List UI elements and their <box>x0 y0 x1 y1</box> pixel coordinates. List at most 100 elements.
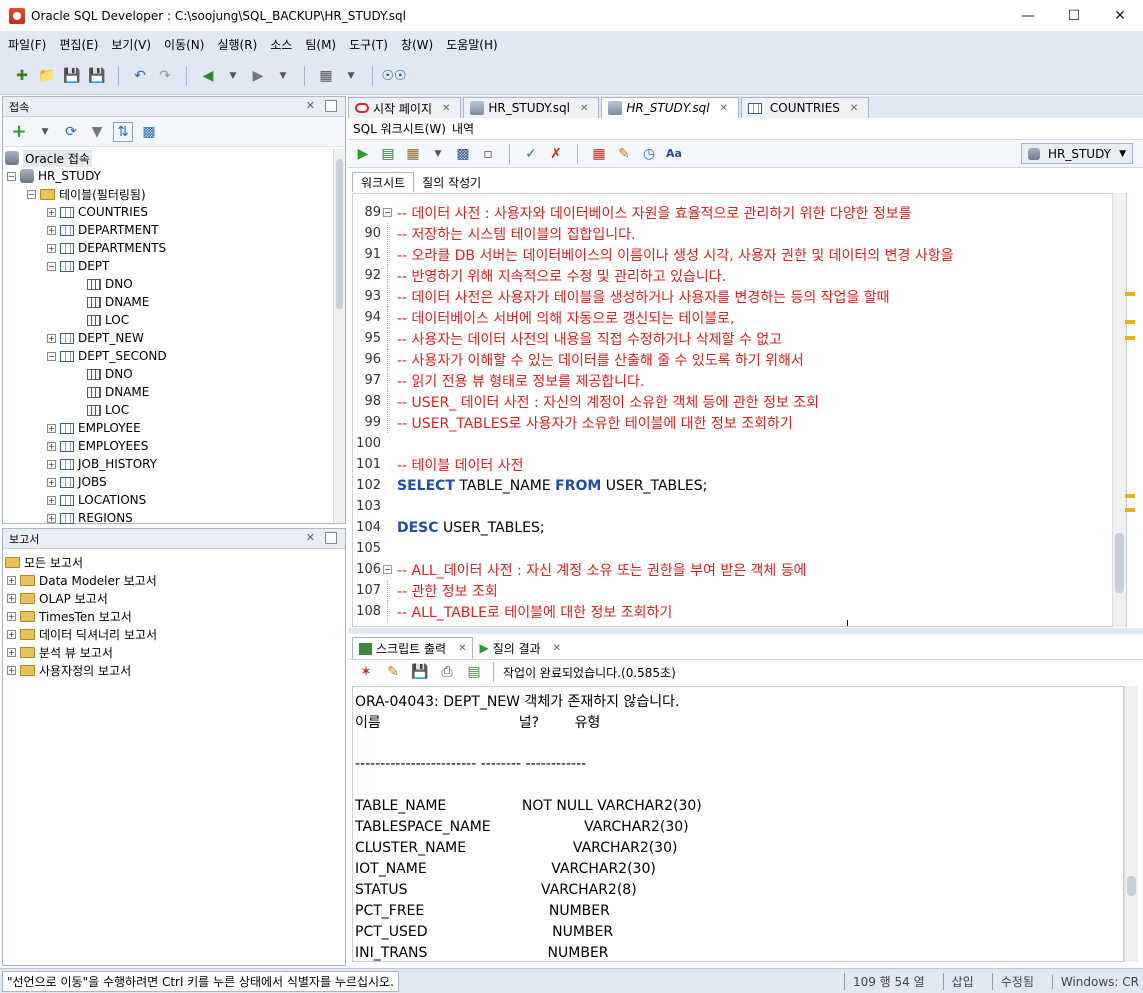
tab-sql-worksheet[interactable]: SQL 워크시트(W) <box>353 120 446 137</box>
panel-minimize-icon[interactable] <box>325 100 337 112</box>
collapse-icon[interactable]: − <box>47 351 56 361</box>
close-button[interactable]: ✕ <box>1097 0 1143 31</box>
tree-table-item[interactable]: − DEPT_SECOND <box>47 347 167 365</box>
tab-script-output[interactable]: 스크립트 출력 ✕ <box>352 637 474 659</box>
close-icon[interactable]: ✕ <box>850 103 858 114</box>
expand-icon[interactable]: + <box>47 513 56 523</box>
tree-tables-folder[interactable]: − 테이블(필터링됨) <box>27 185 146 203</box>
save-all-icon[interactable]: 💾 <box>87 66 107 86</box>
forward-icon[interactable]: ▶ <box>248 66 268 86</box>
menu-item[interactable]: 소스 <box>270 36 292 53</box>
menu-item[interactable]: 도움말(H) <box>446 36 498 53</box>
forward-dropdown-icon[interactable]: ▼ <box>273 66 293 86</box>
open-folder-icon[interactable]: 📁 <box>37 66 57 86</box>
tree-all-reports[interactable]: 모든 보고서 <box>5 553 83 571</box>
expand-icon[interactable]: + <box>47 207 56 217</box>
menu-item[interactable]: 실행(R) <box>217 36 257 53</box>
editor-marker[interactable] <box>1125 508 1135 512</box>
collapse-icon[interactable]: − <box>47 261 56 271</box>
expand-icon[interactable]: + <box>47 423 56 433</box>
add-connection-icon[interactable]: + <box>9 121 29 142</box>
editor-marker[interactable] <box>1125 494 1135 498</box>
expand-icon[interactable]: + <box>47 477 56 487</box>
expand-icon[interactable]: + <box>47 333 56 343</box>
manage-icon[interactable]: ▩ <box>139 122 159 142</box>
explain-plan-icon[interactable]: ▩ <box>453 144 473 164</box>
save-icon[interactable]: 💾 <box>62 66 82 86</box>
tree-table-item[interactable]: + EMPLOYEE <box>47 419 141 437</box>
tab-history[interactable]: 내역 <box>452 120 474 137</box>
menu-item[interactable]: 팀(M) <box>305 36 336 53</box>
script-output-area[interactable]: ORA-04043: DEPT_NEW 객체가 존재하지 않습니다. 이름 널? … <box>352 686 1124 962</box>
commit-icon[interactable]: ✓ <box>521 144 541 164</box>
tree-table-item[interactable]: + DEPARTMENTS <box>47 239 166 257</box>
expand-icon[interactable]: + <box>47 495 56 505</box>
back-dropdown-icon[interactable]: ▼ <box>223 66 243 86</box>
tree-report-item[interactable]: + 사용자정의 보고서 <box>7 661 131 679</box>
autotrace-icon[interactable]: ▦ <box>403 144 423 164</box>
collapse-icon[interactable]: − <box>27 189 36 199</box>
undo-icon[interactable]: ↶ <box>130 66 150 86</box>
tab-worksheet[interactable]: 워크시트 <box>352 172 415 192</box>
tree-report-item[interactable]: + 데이터 딕셔너리 보고서 <box>7 625 157 643</box>
collapse-icon[interactable]: − <box>7 171 16 181</box>
tree-column-item[interactable]: DNAME <box>87 383 149 401</box>
tree-column-item[interactable]: DNAME <box>87 293 149 311</box>
panel-close-icon[interactable]: ✕ <box>306 531 315 544</box>
close-icon[interactable]: ✕ <box>580 103 588 114</box>
rollback-icon[interactable]: ✗ <box>546 144 566 164</box>
expand-icon[interactable]: + <box>7 647 16 657</box>
tab-query-result[interactable]: ▶ 질의 결과 ✕ <box>473 637 567 659</box>
refresh-icon[interactable]: ⟳ <box>61 122 81 142</box>
menu-item[interactable]: 창(W) <box>401 36 433 53</box>
document-tab[interactable]: HR_STUDY.sql ✕ <box>463 97 600 118</box>
run-statement-icon[interactable]: ▶ <box>353 144 373 164</box>
expand-icon[interactable]: + <box>7 665 16 675</box>
tree-connection-hr-study[interactable]: − HR_STUDY <box>7 167 101 185</box>
tree-table-item[interactable]: − DEPT <box>47 257 109 275</box>
editor-marker[interactable] <box>1125 292 1135 296</box>
tree-table-item[interactable]: + JOBS <box>47 473 107 491</box>
print-icon[interactable]: ⎙ <box>437 662 457 682</box>
expand-icon[interactable]: + <box>47 243 56 253</box>
expand-icon[interactable]: + <box>7 593 16 603</box>
clear-icon[interactable]: ✎ <box>614 144 634 164</box>
fold-toggle-icon[interactable]: − <box>383 565 392 574</box>
sql-dropdown-icon[interactable]: ▼ <box>341 66 361 86</box>
menu-item[interactable]: 편집(E) <box>59 36 98 53</box>
close-icon[interactable]: ✕ <box>720 103 728 114</box>
output-scrollbar[interactable] <box>1124 686 1138 962</box>
tab-query-builder[interactable]: 질의 작성기 <box>414 172 489 192</box>
menu-item[interactable]: 이동(N) <box>164 36 204 53</box>
format-case-icon[interactable]: Aa <box>664 144 684 164</box>
minimize-button[interactable]: — <box>1005 0 1051 31</box>
fold-toggle-icon[interactable]: − <box>383 208 392 217</box>
tree-column-item[interactable]: LOC <box>87 311 129 329</box>
panel-close-icon[interactable]: ✕ <box>306 99 315 112</box>
editor-marker[interactable] <box>1125 320 1135 324</box>
new-file-icon[interactable]: ✚ <box>12 66 32 86</box>
output-options-icon[interactable]: ▤ <box>464 662 484 682</box>
menu-item[interactable]: 파일(F) <box>8 36 46 53</box>
history-icon[interactable]: ◷ <box>639 144 659 164</box>
tree-report-item[interactable]: + TimesTen 보고서 <box>7 607 132 625</box>
tree-report-item[interactable]: + Data Modeler 보고서 <box>7 571 157 589</box>
menu-item[interactable]: 도구(T) <box>349 36 388 53</box>
expand-icon[interactable]: + <box>47 441 56 451</box>
close-icon[interactable]: ✕ <box>442 103 450 114</box>
autotrace-dropdown-icon[interactable]: ▼ <box>428 144 448 164</box>
add-dropdown-icon[interactable]: ▼ <box>35 122 55 142</box>
sql-worksheet-icon[interactable]: ▦ <box>316 66 336 86</box>
connections-scrollbar[interactable] <box>333 149 345 523</box>
tree-table-item[interactable]: + DEPARTMENT <box>47 221 159 239</box>
close-icon[interactable]: ✕ <box>553 643 561 654</box>
editor-marker[interactable] <box>1125 336 1135 340</box>
expand-icon[interactable]: + <box>7 575 16 585</box>
tree-table-item[interactable]: + DEPT_NEW <box>47 329 144 347</box>
expand-icon[interactable]: + <box>7 611 16 621</box>
code-editor[interactable]: 89− -- 데이터 사전 : 사용자와 데이터베이스 자원을 효율적으로 관리하… <box>352 193 1127 627</box>
save-output-icon[interactable]: 💾 <box>410 662 430 682</box>
sql-tuning-icon[interactable]: ▫ <box>478 144 498 164</box>
close-icon[interactable]: ✕ <box>458 643 466 654</box>
tree-column-item[interactable]: DNO <box>87 365 133 383</box>
